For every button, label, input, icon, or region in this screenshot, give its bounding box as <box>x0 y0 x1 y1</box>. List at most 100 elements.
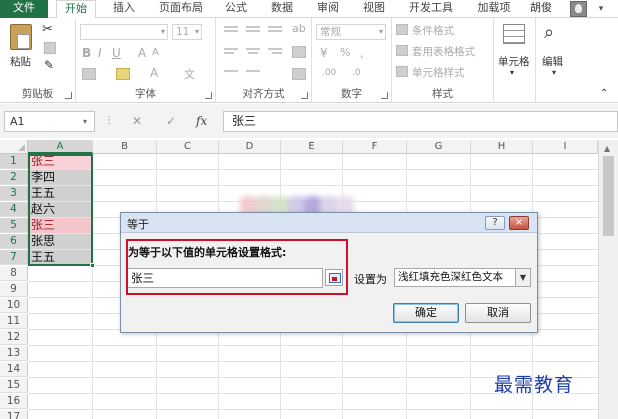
column-header-e[interactable]: E <box>281 140 343 154</box>
cells-button[interactable]: 单元格 <box>498 54 530 69</box>
cancel-button[interactable]: 取消 <box>465 303 531 323</box>
avatar[interactable] <box>570 1 587 17</box>
conditional-format-button[interactable]: 条件格式 <box>412 23 454 38</box>
alignment-launcher-icon[interactable] <box>301 92 308 99</box>
row-header[interactable]: 3 <box>0 186 28 201</box>
row-header[interactable]: 10 <box>0 298 28 313</box>
column-header-h[interactable]: H <box>471 140 533 154</box>
increase-decimal-icon[interactable]: .00 <box>322 68 336 78</box>
align-left-icon[interactable] <box>222 44 240 58</box>
column-header-c[interactable]: C <box>157 140 219 154</box>
table-format-button[interactable]: 套用表格格式 <box>412 44 475 59</box>
tab-formulas[interactable]: 公式 <box>216 0 256 18</box>
row-header[interactable]: 16 <box>0 394 28 409</box>
scrollbar-thumb[interactable] <box>603 156 614 236</box>
row-header[interactable]: 2 <box>0 170 28 185</box>
shrink-font-icon[interactable]: A <box>152 47 159 58</box>
percent-icon[interactable]: % <box>340 46 350 59</box>
number-format-select[interactable]: 常规 <box>316 24 386 40</box>
column-header-g[interactable]: G <box>407 140 471 154</box>
cancel-entry-icon[interactable]: ✕ <box>132 114 142 128</box>
comma-icon[interactable]: , <box>360 46 364 60</box>
row-header[interactable]: 13 <box>0 346 28 361</box>
ribbon-pin-icon[interactable]: ⌃ <box>600 88 608 99</box>
chevron-down-icon[interactable]: ▼ <box>515 269 530 286</box>
paste-icon[interactable] <box>10 24 32 50</box>
tab-insert[interactable]: 插入 <box>104 0 144 18</box>
tab-developer[interactable]: 开发工具 <box>402 0 460 18</box>
font-family-select[interactable] <box>80 24 168 40</box>
column-header-d[interactable]: D <box>219 140 281 154</box>
tab-view[interactable]: 视图 <box>354 0 394 18</box>
merge-center-icon[interactable] <box>292 68 306 80</box>
row-header[interactable]: 14 <box>0 362 28 377</box>
number-launcher-icon[interactable] <box>381 92 388 99</box>
paste-button[interactable]: 粘贴 <box>10 54 31 69</box>
border-icon[interactable] <box>82 68 96 80</box>
tab-addins[interactable]: 加载项 <box>470 0 518 18</box>
tab-home[interactable]: 开始 <box>56 0 96 19</box>
row-header[interactable]: 11 <box>0 314 28 329</box>
row-header[interactable]: 9 <box>0 282 28 297</box>
tab-data[interactable]: 数据 <box>262 0 302 18</box>
indent-icon[interactable] <box>222 66 262 78</box>
name-box-dropdown-icon[interactable]: ▾ <box>83 117 87 126</box>
format-painter-icon[interactable]: ✎ <box>44 58 54 72</box>
underline-icon[interactable]: U <box>112 46 121 60</box>
fill-color-icon[interactable] <box>116 68 130 80</box>
scroll-up-icon[interactable]: ▲ <box>604 144 610 153</box>
insert-function-icon[interactable]: fx <box>196 114 207 128</box>
row-header[interactable]: 5 <box>0 218 28 233</box>
tab-review[interactable]: 审阅 <box>308 0 348 18</box>
cell-styles-button[interactable]: 单元格样式 <box>412 65 465 80</box>
tab-page-layout[interactable]: 页面布局 <box>152 0 210 18</box>
formula-input[interactable]: 张三 <box>223 111 618 132</box>
column-header-f[interactable]: F <box>343 140 407 154</box>
row-header[interactable]: 15 <box>0 378 28 393</box>
user-name[interactable]: 胡俊 <box>530 0 552 18</box>
row-header[interactable]: 7 <box>0 250 28 265</box>
font-size-select[interactable]: 11 <box>172 24 202 40</box>
editing-dropdown-icon[interactable]: ▾ <box>552 68 556 77</box>
find-binoculars-icon[interactable]: ⌕ <box>544 22 554 43</box>
bold-icon[interactable]: B <box>82 46 91 60</box>
font-color-icon[interactable]: A <box>150 66 158 80</box>
row-header[interactable]: 12 <box>0 330 28 345</box>
select-all-corner[interactable] <box>0 140 28 154</box>
clipboard-launcher-icon[interactable] <box>65 92 72 99</box>
column-header-b[interactable]: B <box>93 140 157 154</box>
tab-file[interactable]: 文件 <box>0 0 48 18</box>
help-button[interactable]: ? <box>485 216 505 230</box>
copy-icon[interactable] <box>44 42 56 54</box>
row-header[interactable]: 4 <box>0 202 28 217</box>
ribbon-collapse-icon[interactable]: ▾ <box>594 4 608 15</box>
fill-handle[interactable] <box>90 263 95 268</box>
orientation-icon[interactable]: ab <box>292 22 306 35</box>
align-top-icon[interactable] <box>222 22 240 36</box>
font-launcher-icon[interactable] <box>205 92 212 99</box>
italic-icon[interactable]: I <box>98 46 102 60</box>
editing-button[interactable]: 编辑 <box>542 54 563 69</box>
vertical-scrollbar[interactable]: ▲ <box>598 140 618 419</box>
formula-bar-grip-icon[interactable]: ⋮ <box>104 115 114 126</box>
currency-icon[interactable]: ¥ <box>320 46 328 60</box>
phonetic-icon[interactable]: 文 <box>184 66 195 82</box>
format-select[interactable]: 浅红填充色深红色文本 ▼ <box>394 268 531 287</box>
decrease-decimal-icon[interactable]: .0 <box>352 68 361 78</box>
cut-icon[interactable]: ✂ <box>42 22 53 37</box>
close-button[interactable]: × <box>509 216 529 230</box>
column-header-a[interactable]: A <box>28 140 93 154</box>
name-box[interactable]: A1 <box>4 111 95 132</box>
column-header-i[interactable]: I <box>533 140 598 154</box>
grow-font-icon[interactable]: A <box>138 46 146 60</box>
cells-icon[interactable] <box>503 24 525 44</box>
row-header[interactable]: 6 <box>0 234 28 249</box>
row-header[interactable]: 1 <box>0 154 28 169</box>
row-header[interactable]: 17 <box>0 410 28 419</box>
wrap-text-icon[interactable] <box>292 46 306 58</box>
confirm-entry-icon[interactable]: ✓ <box>166 114 176 128</box>
cells-dropdown-icon[interactable]: ▾ <box>510 68 514 77</box>
row-header[interactable]: 8 <box>0 266 28 281</box>
ok-button[interactable]: 确定 <box>393 303 459 323</box>
dialog-titlebar[interactable]: 等于 ? × <box>121 213 537 233</box>
